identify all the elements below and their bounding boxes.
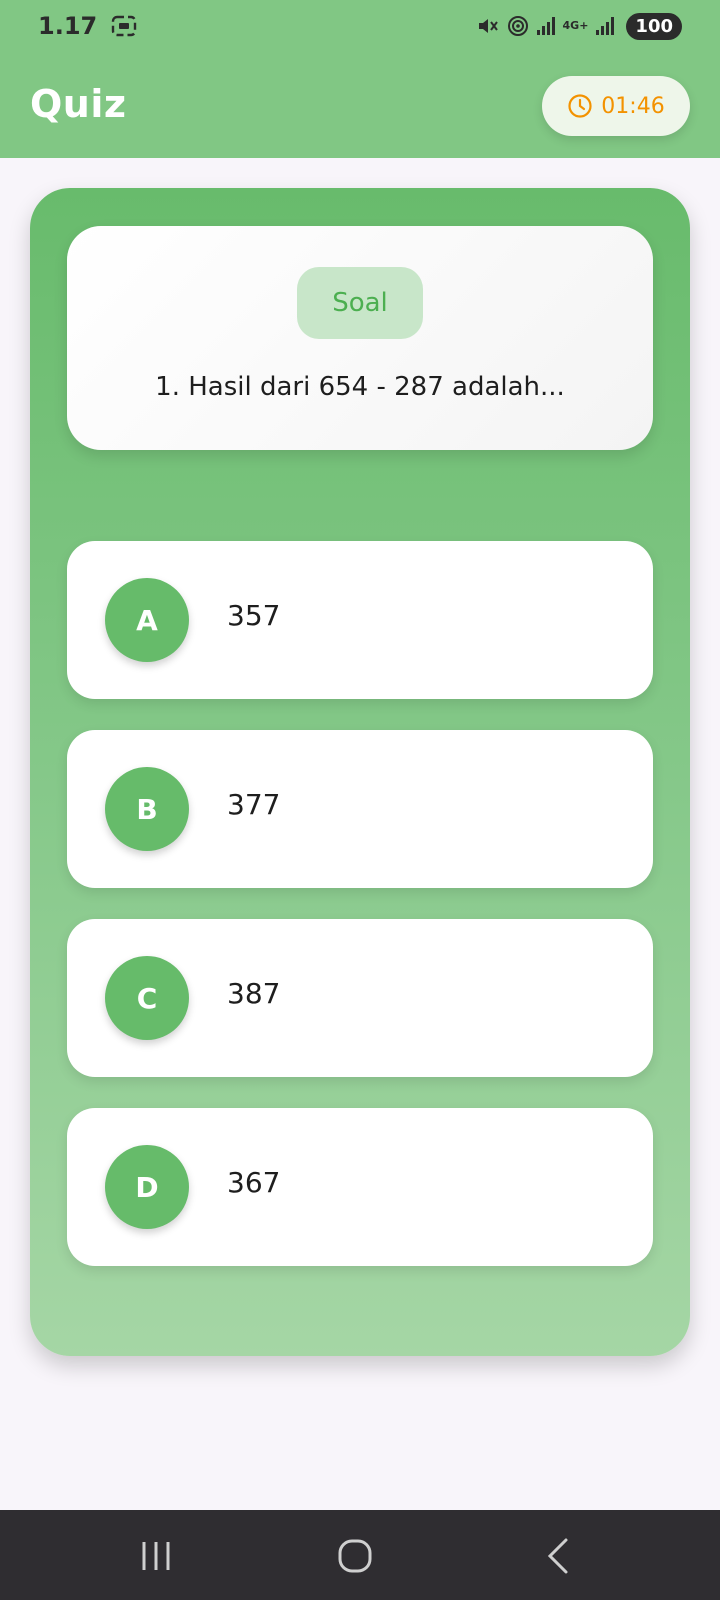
status-left: 1.17 [38,12,137,40]
option-letter: A [105,578,189,662]
option-value: 387 [227,977,281,1010]
option-value: 357 [227,599,281,632]
app-bar: Quiz 01:46 [0,52,720,158]
option-value: 367 [227,1166,281,1199]
quiz-card: Soal 1. Hasil dari 654 - 287 adalah... A… [30,188,690,1356]
status-right: 4G+ 100 [477,12,682,40]
page-title: Quiz [30,82,127,126]
option-value: 377 [227,788,281,821]
hotspot-icon [507,16,528,36]
timer-badge: 01:46 [542,76,690,136]
signal-icon-1 [536,17,555,35]
status-bar: 1.17 4G+ 100 [0,0,720,52]
option-letter: D [105,1145,189,1229]
question-box: Soal 1. Hasil dari 654 - 287 adalah... [67,226,653,450]
question-badge: Soal [297,267,423,339]
back-icon[interactable] [540,1534,584,1578]
recent-apps-icon[interactable] [134,1534,178,1578]
option-d[interactable]: D 367 [67,1108,653,1266]
timer-text: 01:46 [601,93,665,119]
home-icon[interactable] [334,1534,378,1578]
question-text: 1. Hasil dari 654 - 287 adalah... [155,372,565,402]
screenshot-icon [112,15,137,37]
system-nav-bar [0,1510,720,1600]
option-c[interactable]: C 387 [67,919,653,1077]
signal-icon-2 [596,17,615,35]
option-letter: B [105,767,189,851]
option-a[interactable]: A 357 [67,541,653,699]
option-letter: C [105,956,189,1040]
clock-icon [568,94,592,118]
network-type: 4G+ [562,19,589,32]
option-b[interactable]: B 377 [67,730,653,888]
status-time: 1.17 [38,12,98,40]
battery-indicator: 100 [626,12,682,40]
mute-icon [478,19,498,33]
